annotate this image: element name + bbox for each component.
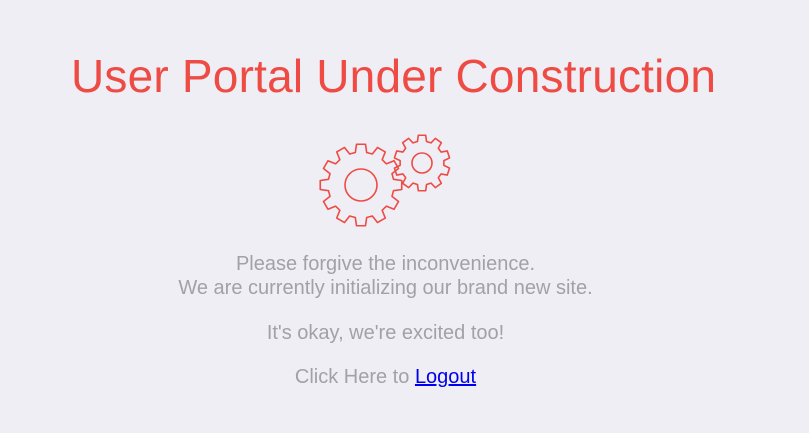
logout-line: Click Here to Logout <box>0 365 771 389</box>
small-gear-hole <box>411 152 433 174</box>
apology-text: Please forgive the inconvenience. <box>235 253 536 275</box>
excited-text: It's okay, we're excited too! <box>266 322 505 344</box>
gears-icon <box>319 134 451 227</box>
logout-prefix: Click Here to <box>294 366 410 388</box>
construction-page: User Portal Under Construction Please fo… <box>0 0 809 433</box>
large-gear-hole <box>344 168 378 202</box>
page-title: User Portal Under Construction <box>71 50 717 102</box>
small-gear-outline <box>393 134 451 192</box>
logout-link[interactable]: Logout <box>415 366 476 388</box>
large-gear-outline <box>319 143 403 227</box>
status-text: We are currently initializing our brand … <box>178 277 593 299</box>
